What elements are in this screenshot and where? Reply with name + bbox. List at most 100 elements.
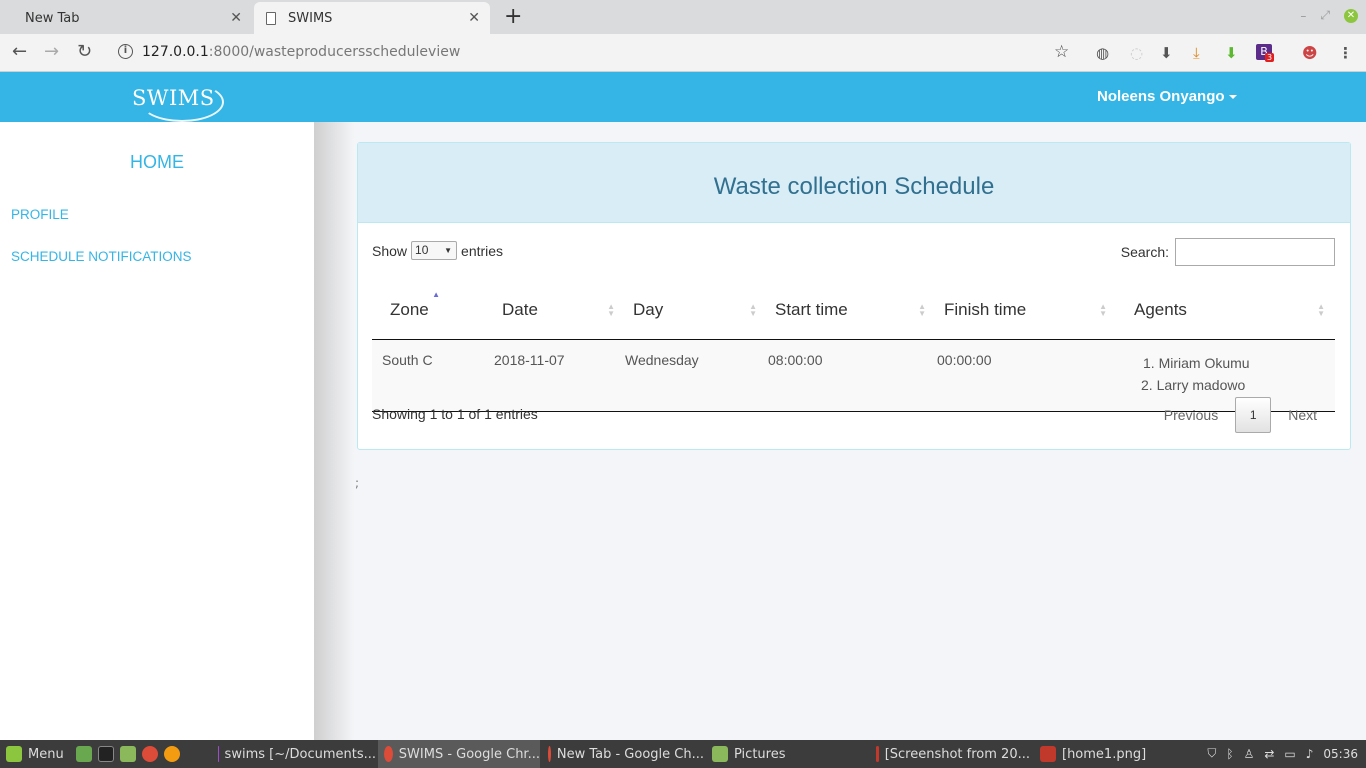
desktop-icon[interactable]	[76, 746, 92, 762]
sort-icon: ▲ ▼	[749, 302, 757, 318]
column-label: Day	[633, 299, 664, 319]
pagination-next[interactable]: Next	[1271, 407, 1334, 423]
sidebar-item-profile[interactable]: PROFILE	[11, 207, 69, 222]
terminal-icon[interactable]	[98, 746, 114, 762]
taskbar-item-home1[interactable]: [home1.png]	[1034, 740, 1194, 768]
search-label: Search:	[1120, 244, 1169, 260]
taskbar-item-pictures[interactable]: Pictures	[706, 740, 866, 768]
page-icon	[266, 11, 276, 25]
bluetooth-icon[interactable]: ᛒ	[1226, 747, 1233, 761]
column-label: Start time	[775, 299, 848, 319]
logo[interactable]: SWIMS	[132, 86, 215, 110]
minimize-icon[interactable]: –	[1300, 9, 1306, 23]
phpstorm-icon	[218, 746, 219, 762]
forward-arrow-icon[interactable]: →	[44, 41, 59, 62]
files-icon[interactable]	[120, 746, 136, 762]
new-tab-plus-icon[interactable]: +	[504, 4, 522, 29]
taskbar-item-label: [Screenshot from 20...	[884, 746, 1030, 762]
shield-icon[interactable]: ⛉	[1207, 746, 1216, 761]
browser-tab-new-tab[interactable]: New Tab ✕	[0, 2, 252, 34]
cell-finish-time: 00:00:00	[936, 339, 1117, 412]
length-label-pre: Show	[372, 242, 408, 259]
cell-zone: South C	[372, 339, 494, 412]
taskbar-item-label: New Tab - Google Ch...	[556, 746, 704, 762]
column-header-finish-time[interactable]: Finish time ▲ ▼	[936, 281, 1117, 340]
cell-date: 2018-11-07	[494, 339, 625, 412]
window-close-icon[interactable]: ✕	[1344, 8, 1358, 23]
column-header-day[interactable]: Day ▲ ▼	[625, 281, 767, 340]
column-label: Agents	[1134, 299, 1187, 319]
table-search: Search:	[1121, 238, 1335, 266]
user-icon[interactable]: ♙	[1244, 747, 1255, 761]
taskbar-item-swims-chrome[interactable]: SWIMS - Google Chr...	[378, 740, 540, 768]
window-controls: – ⤢ ✕	[1300, 8, 1358, 23]
taskbar-item-label: Pictures	[734, 746, 786, 762]
sidebar-home-link[interactable]: HOME	[130, 152, 184, 173]
back-arrow-icon[interactable]: ←	[12, 41, 27, 62]
column-label: Date	[502, 299, 538, 319]
chrome-icon[interactable]	[142, 746, 158, 762]
extension-download-icon[interactable]: ⬇	[1160, 44, 1173, 62]
schedule-table: Zone ▲ Date ▲ ▼ Day ▲ ▼ Start time ▲ ▼ Finish t…	[372, 281, 1335, 412]
taskbar-item-phpstorm[interactable]: swims [~/Documents...	[212, 740, 376, 768]
pagination: Previous 1 Next	[1147, 397, 1334, 433]
stray-text: ;	[355, 476, 360, 490]
start-menu-button[interactable]: Menu	[0, 740, 70, 768]
extension-download-green-icon[interactable]: ⬇	[1225, 44, 1238, 62]
browser-toolbar: ← → ↻ i 127.0.0.1:8000/wasteproducerssch…	[0, 34, 1366, 72]
address-bar[interactable]: i 127.0.0.1:8000/wasteproducersschedulev…	[108, 38, 1084, 68]
folder-icon	[712, 746, 728, 762]
image-viewer-icon	[1040, 746, 1056, 762]
taskbar-item-label: [home1.png]	[1062, 746, 1147, 762]
pagination-previous[interactable]: Previous	[1147, 407, 1235, 423]
column-header-date[interactable]: Date ▲ ▼	[494, 281, 625, 340]
chrome-icon	[384, 746, 393, 762]
length-label-post: entries	[461, 242, 504, 259]
url-path: :8000/wasteproducersscheduleview	[208, 44, 461, 60]
taskbar-item-label: swims [~/Documents...	[224, 746, 376, 762]
bookmark-star-icon[interactable]: ☆	[1054, 42, 1069, 62]
browser-tab-swims[interactable]: SWIMS ✕	[254, 2, 490, 34]
tab-title: New Tab	[25, 10, 80, 26]
sidebar: HOME PROFILE SCHEDULE NOTIFICATIONS	[0, 122, 314, 740]
panel-title: Waste collection Schedule	[358, 143, 1350, 223]
browser-menu-icon[interactable]: ⋮	[1338, 44, 1353, 62]
image-viewer-icon	[876, 746, 879, 762]
column-header-zone[interactable]: Zone ▲	[372, 281, 494, 340]
column-header-start-time[interactable]: Start time ▲ ▼	[767, 281, 936, 340]
sort-icon: ▲ ▼	[918, 302, 926, 318]
battery-icon[interactable]: ▭	[1284, 747, 1295, 761]
sidebar-item-schedule-notifications[interactable]: SCHEDULE NOTIFICATIONS	[11, 249, 192, 264]
network-icon[interactable]: ⇄	[1264, 747, 1274, 761]
pagination-page-1[interactable]: 1	[1235, 397, 1272, 433]
taskbar-item-screenshot[interactable]: [Screenshot from 20...	[870, 740, 1030, 768]
search-input[interactable]	[1175, 238, 1335, 266]
extension-b-icon[interactable]: B3	[1256, 44, 1275, 62]
app-header: SWIMS Noleens Onyango	[0, 72, 1366, 122]
extension-faded-icon[interactable]: ◌	[1130, 44, 1143, 62]
extension-globe-icon[interactable]: ◍	[1096, 44, 1109, 62]
reload-icon[interactable]: ↻	[77, 41, 92, 62]
launcher-icons	[70, 740, 180, 768]
extension-download-orange-icon[interactable]: ⤓	[1193, 44, 1200, 62]
entries-length-select[interactable]: 10 ▼	[411, 241, 458, 260]
extension-avatar-icon[interactable]: ☻	[1302, 44, 1318, 62]
tab-close-icon[interactable]: ✕	[468, 10, 480, 26]
mint-logo-icon	[6, 746, 22, 762]
tab-close-icon[interactable]: ✕	[230, 10, 242, 26]
extension-badge: 3	[1265, 53, 1275, 62]
user-menu[interactable]: Noleens Onyango	[1097, 88, 1237, 105]
volume-icon[interactable]: ♪	[1306, 747, 1314, 761]
firefox-icon[interactable]	[164, 746, 180, 762]
column-header-agents[interactable]: Agents ▲ ▼	[1117, 281, 1335, 340]
tab-title: SWIMS	[288, 10, 333, 26]
taskbar-item-newtab-chrome[interactable]: New Tab - Google Ch...	[542, 740, 704, 768]
column-label: Finish time	[944, 299, 1027, 319]
clock[interactable]: 05:36	[1323, 747, 1358, 761]
caret-down-icon	[1228, 95, 1237, 100]
site-info-icon[interactable]: i	[118, 44, 133, 59]
system-tray: ⛉ ᛒ ♙ ⇄ ▭ ♪ 05:36	[1207, 746, 1358, 761]
maximize-icon[interactable]: ⤢	[1320, 8, 1330, 23]
cell-day: Wednesday	[625, 339, 767, 412]
cell-start-time: 08:00:00	[767, 339, 936, 412]
